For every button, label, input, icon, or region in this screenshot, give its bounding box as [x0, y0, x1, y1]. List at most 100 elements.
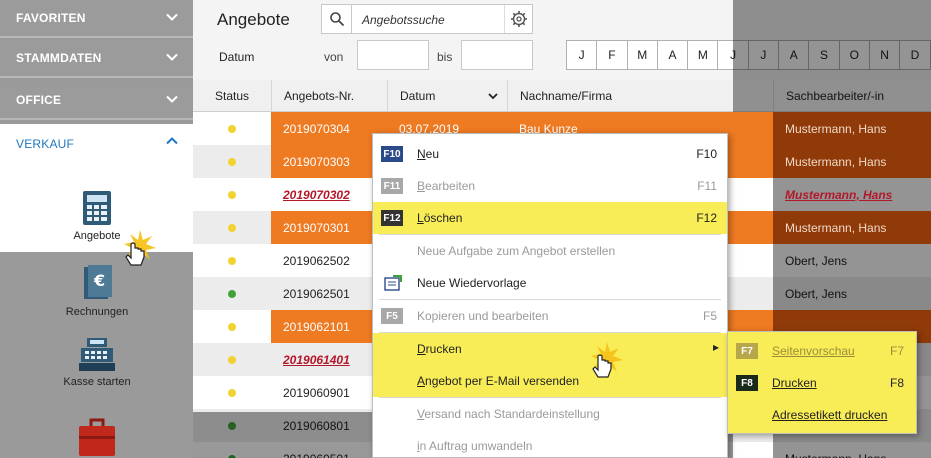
- menu-item-label-rest: eu: [425, 147, 440, 161]
- app-label: Angebote: [73, 230, 121, 242]
- status-cell: [193, 112, 271, 145]
- submenu-item-shortcut: F7: [889, 344, 904, 358]
- menu-item-shortcut: F10: [696, 147, 717, 161]
- shortcut-key-badge: F5: [381, 308, 403, 324]
- chevron-down-icon: [488, 93, 498, 100]
- shortcut-key-badge: F8: [736, 375, 758, 391]
- context-menu: F10 Neu F10 F11 Bearbeiten F11 F12 Löschen F12 Ne…: [372, 133, 728, 458]
- invoice-euro-icon: €: [84, 265, 112, 299]
- cell-sachbearbeiter: Mustermann, Hans: [773, 211, 931, 244]
- column-header-status[interactable]: Status: [193, 80, 271, 112]
- status-dot-icon: [228, 157, 236, 166]
- sidebar-section-verkauf[interactable]: VERKAUF: [0, 124, 193, 164]
- sidebar-section-label: STAMMDATEN: [16, 51, 102, 65]
- status-dot-icon: [228, 421, 236, 430]
- menu-item-shortcut: F5: [702, 309, 717, 323]
- submenu-item-label: Seitenvorschau: [772, 344, 855, 358]
- menu-item-label-rest: n Auftrag umwandeln: [419, 439, 533, 453]
- menu-item-label: Drucken: [417, 342, 462, 356]
- status-cell: [193, 211, 271, 244]
- submenu-item[interactable]: F8 Drucken F8: [728, 368, 916, 398]
- context-menu-item[interactable]: F11 Bearbeiten F11: [373, 170, 727, 202]
- cell-angebots-nr: 2019070303: [271, 145, 387, 178]
- sidebar-section-office[interactable]: OFFICE: [0, 82, 193, 120]
- cell-angebots-nr: 2019060901: [283, 385, 350, 400]
- sidebar-section-favoriten[interactable]: FAVORITEN: [0, 0, 193, 38]
- cell-angebots-nr: 2019070301: [271, 211, 387, 244]
- status-dot-icon: [228, 256, 236, 265]
- status-dot-icon: [228, 355, 236, 364]
- menu-item-label-rest: ngebot per E-Mail versenden: [425, 374, 580, 388]
- context-menu-item[interactable]: Versand nach Standardeinstellung: [373, 398, 727, 430]
- mnemonic-letter: L: [417, 211, 424, 225]
- context-menu-item[interactable]: Neue Aufgabe zum Angebot erstellen: [373, 235, 727, 267]
- cash-register-icon: [79, 338, 115, 371]
- date-to-input[interactable]: [461, 40, 533, 70]
- chevron-up-icon: [165, 134, 179, 148]
- menu-item-label-rest: öschen: [423, 211, 463, 225]
- context-menu-item[interactable]: F10 Neu F10: [373, 138, 727, 170]
- menu-item-label: Neue Wiedervorlage: [417, 276, 527, 290]
- month-button[interactable]: J: [566, 40, 598, 70]
- month-button[interactable]: M: [687, 40, 719, 70]
- submenu-item[interactable]: Adressetikett drucken: [728, 400, 916, 430]
- date-filter-label: Datum: [219, 50, 255, 64]
- app-label: Rechnungen: [65, 306, 129, 318]
- sidebar-section-label: VERKAUF: [16, 137, 75, 151]
- menu-item-label-rest: ersand nach Standardeinstellung: [424, 407, 600, 421]
- status-cell: [193, 376, 271, 409]
- app-kasse-starten[interactable]: Kasse starten: [42, 336, 152, 388]
- cell-angebots-nr: 2019070302: [283, 187, 350, 202]
- mnemonic-letter: D: [417, 342, 426, 356]
- shortcut-key-badge: F11: [381, 178, 403, 194]
- context-menu-item[interactable]: F12 Löschen F12: [373, 202, 727, 234]
- month-button[interactable]: F: [596, 40, 628, 70]
- sidebar: FAVORITEN STAMMDATEN OFFICE VERKAUF Ange…: [0, 0, 193, 458]
- cell-angebots-nr: 2019060801: [283, 418, 350, 433]
- app-rechnungen[interactable]: € Rechnungen: [42, 264, 152, 318]
- column-header-sachbearbeiter[interactable]: Sachbearbeiter/-in: [773, 80, 931, 112]
- menu-item-label: Kopieren und bearbeiten: [417, 309, 549, 323]
- search-icon[interactable]: [322, 5, 352, 33]
- context-menu-item[interactable]: in Auftrag umwandeln: [373, 430, 727, 458]
- cell-angebots-nr: 2019061401: [283, 352, 350, 367]
- menu-item-label: Bearbeiten: [417, 179, 475, 193]
- toolbar: Angebote Angebotssuche Datum von bis JFM…: [193, 0, 931, 80]
- status-dot-icon: [228, 388, 236, 397]
- context-menu-item[interactable]: Angebot per E-Mail versenden: [373, 365, 727, 397]
- search-box[interactable]: Angebotssuche: [321, 4, 533, 34]
- briefcase-icon: [79, 418, 115, 456]
- status-dot-icon: [228, 454, 236, 458]
- column-header-datum[interactable]: Datum: [387, 80, 507, 112]
- month-button[interactable]: A: [656, 40, 689, 70]
- page-title: Angebote: [217, 10, 290, 29]
- status-cell: [193, 178, 271, 211]
- cell-sachbearbeiter: Obert, Jens: [773, 244, 931, 277]
- search-input[interactable]: Angebotssuche: [362, 13, 445, 27]
- sidebar-section-stammdaten[interactable]: STAMMDATEN: [0, 40, 193, 78]
- status-cell: [193, 145, 271, 178]
- menu-item-label: Neue Aufgabe zum Angebot erstellen: [417, 244, 616, 258]
- column-header-nr[interactable]: Angebots-Nr.: [271, 80, 387, 112]
- menu-item-label-rest: rucken: [425, 342, 462, 356]
- app-angebote[interactable]: Angebote: [42, 190, 152, 242]
- submenu-item[interactable]: F7 Seitenvorschau F7: [728, 336, 916, 366]
- context-menu-item[interactable]: Neue Wiedervorlage: [373, 267, 727, 299]
- status-cell: [193, 343, 271, 376]
- date-from-input[interactable]: [357, 40, 429, 70]
- month-button[interactable]: M: [626, 40, 658, 70]
- sidebar-section-label: FAVORITEN: [16, 11, 86, 25]
- app-briefcase[interactable]: [42, 418, 152, 458]
- reminder-icon: [384, 275, 402, 291]
- status-dot-icon: [228, 289, 236, 298]
- gear-icon[interactable]: [504, 5, 532, 33]
- status-dot-icon: [228, 223, 236, 232]
- status-cell: [193, 442, 271, 458]
- status-cell: [193, 244, 271, 277]
- menu-item-label: in Auftrag umwandeln: [417, 439, 532, 453]
- context-menu-item[interactable]: F5 Kopieren und bearbeiten F5: [373, 300, 727, 332]
- status-dot-icon: [228, 190, 236, 199]
- shortcut-key-badge: F10: [381, 146, 403, 162]
- column-header-name[interactable]: Nachname/Firma: [507, 80, 773, 112]
- context-menu-item[interactable]: Drucken ▸: [373, 333, 727, 365]
